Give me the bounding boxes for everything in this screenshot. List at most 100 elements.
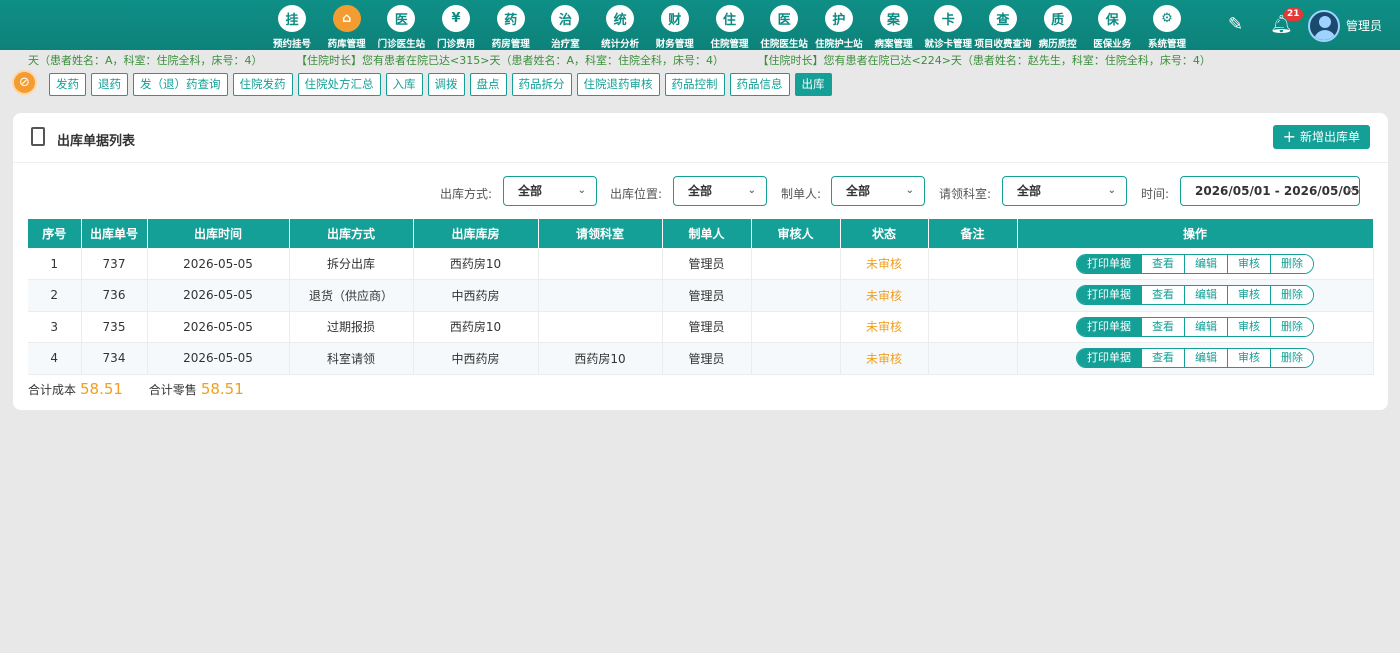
nav-icon: 保 bbox=[1098, 5, 1127, 32]
subtab[interactable]: 住院处方汇总 bbox=[297, 73, 381, 96]
nav-item[interactable]: 卡就诊卡管理 bbox=[922, 2, 974, 50]
cell-dept bbox=[538, 248, 663, 280]
subtab[interactable]: 入库 bbox=[385, 73, 423, 96]
nav-item[interactable]: 护住院护士站 bbox=[813, 2, 865, 50]
cell-time: 2026-05-05 bbox=[147, 311, 290, 343]
table-row: 1 737 2026-05-05 拆分出库 西药房10 管理员 未审核 打印单据 查看 编辑 审核删… bbox=[28, 248, 1374, 280]
nav-item-label: 预约挂号 bbox=[272, 39, 311, 50]
nav-item[interactable]: 住住院管理 bbox=[704, 2, 756, 50]
pill-icon[interactable]: ⊘ bbox=[12, 70, 37, 95]
edit-button[interactable]: 编辑 bbox=[1185, 317, 1228, 336]
dept-label: 请领科室: bbox=[939, 187, 992, 201]
creator-select[interactable]: 全部 ⌄ bbox=[831, 176, 925, 206]
time-label: 时间: bbox=[1141, 187, 1170, 201]
cell-remark bbox=[928, 342, 1018, 375]
avatar-body-shape bbox=[1314, 30, 1336, 40]
nav-item[interactable]: 治治疗室 bbox=[539, 2, 591, 50]
nav-item[interactable]: 财财务管理 bbox=[649, 2, 701, 50]
clear-icon[interactable]: × bbox=[1346, 177, 1354, 205]
subtab[interactable]: 发（退）药查询 bbox=[133, 73, 228, 96]
subtab[interactable]: 药品信息 bbox=[729, 73, 790, 96]
nav-item[interactable]: ⌂ 药库管理 bbox=[321, 2, 373, 50]
date-range-input[interactable]: 2026/05/01 - 2026/05/05 × bbox=[1180, 176, 1360, 206]
cell-dept: 西药房10 bbox=[538, 342, 663, 375]
nav-item[interactable]: 医住院医生站 bbox=[758, 2, 810, 50]
print-button[interactable]: 打印单据 bbox=[1077, 254, 1142, 273]
dept-select[interactable]: 全部 ⌄ bbox=[1002, 176, 1127, 206]
cell-time: 2026-05-05 bbox=[147, 248, 290, 280]
nav-item[interactable]: ⚙ 系统管理 bbox=[1141, 2, 1193, 50]
delete-button[interactable]: 删除 bbox=[1271, 286, 1313, 305]
location-value: 全部 bbox=[688, 184, 713, 198]
delete-button[interactable]: 删除 bbox=[1271, 349, 1313, 368]
subtab[interactable]: 药品控制 bbox=[664, 73, 725, 96]
nav-item-label: 统计分析 bbox=[601, 39, 640, 50]
view-button[interactable]: 查看 bbox=[1142, 349, 1185, 368]
print-button[interactable]: 打印单据 bbox=[1077, 286, 1142, 305]
table-header-row: 序号 出库单号 出库时间 出库方式 出库库房 请领科室 制单人 审核人 状态 备注 操作 bbox=[28, 219, 1374, 248]
add-outbound-label: 新增出库单 bbox=[1299, 130, 1360, 144]
cell-id: 734 bbox=[81, 342, 148, 375]
cell-method: 过期报损 bbox=[289, 311, 414, 343]
outbound-table: 序号 出库单号 出库时间 出库方式 出库库房 请领科室 制单人 审核人 状态 备注 操作 1 737 2… bbox=[28, 219, 1374, 375]
username[interactable]: 管理员 bbox=[1346, 17, 1382, 34]
cell-dept bbox=[538, 311, 663, 343]
nav-item[interactable]: 质病历质控 bbox=[1032, 2, 1084, 50]
subtab[interactable]: 退药 bbox=[91, 73, 128, 96]
delete-button[interactable]: 删除 bbox=[1271, 254, 1313, 273]
delete-button[interactable]: 删除 bbox=[1271, 317, 1313, 336]
nav-item-label: 系统管理 bbox=[1147, 39, 1186, 50]
subtab[interactable]: 药品拆分 bbox=[511, 73, 572, 96]
chevron-down-icon: ⌄ bbox=[905, 185, 914, 196]
edit-pencil-icon[interactable]: ✎ bbox=[1228, 14, 1243, 35]
row-actions: 打印单据 查看 编辑 审核 删除 bbox=[1076, 253, 1314, 274]
audit-button[interactable]: 审核 bbox=[1228, 317, 1271, 336]
cell-ops: 打印单据 查看 编辑 审核 删除 bbox=[1017, 279, 1374, 312]
column-header: 制单人 bbox=[662, 219, 752, 248]
nav-item[interactable]: 保医保业务 bbox=[1086, 2, 1138, 50]
cell-status: 未审核 bbox=[840, 279, 929, 312]
cell-auditor bbox=[751, 342, 841, 375]
location-select[interactable]: 全部 ⌄ bbox=[673, 176, 767, 206]
subtab[interactable]: 发药 bbox=[49, 73, 86, 96]
row-actions: 打印单据 查看 编辑 审核 删除 bbox=[1076, 316, 1314, 337]
nav-item[interactable]: 药药房管理 bbox=[485, 2, 537, 50]
nav-icon: 查 bbox=[988, 5, 1017, 32]
subtab[interactable]: 调拨 bbox=[427, 73, 465, 96]
subtab[interactable]: 盘点 bbox=[469, 73, 507, 96]
subtab[interactable]: 出库 bbox=[794, 73, 832, 96]
cell-id: 736 bbox=[81, 279, 148, 312]
nav-icon: 护 bbox=[824, 5, 853, 32]
nav-item[interactable]: 查项目收费查询 bbox=[974, 2, 1031, 50]
view-button[interactable]: 查看 bbox=[1142, 317, 1185, 336]
column-header: 出库库房 bbox=[413, 219, 539, 248]
audit-button[interactable]: 审核 bbox=[1228, 254, 1271, 273]
nav-item[interactable]: 统统计分析 bbox=[594, 2, 646, 50]
avatar[interactable] bbox=[1308, 10, 1340, 42]
subtab[interactable]: 住院发药 bbox=[232, 73, 293, 96]
column-header: 状态 bbox=[840, 219, 929, 248]
nav-item[interactable]: 案病案管理 bbox=[868, 2, 920, 50]
audit-button[interactable]: 审核 bbox=[1228, 286, 1271, 305]
method-label: 出库方式: bbox=[440, 187, 493, 201]
edit-button[interactable]: 编辑 bbox=[1185, 349, 1228, 368]
date-range-value: 2026/05/01 - 2026/05/05 bbox=[1195, 184, 1360, 198]
add-outbound-button[interactable]: + 新增出库单 bbox=[1272, 125, 1370, 149]
subtab[interactable]: 住院退药审核 bbox=[576, 73, 660, 96]
print-button[interactable]: 打印单据 bbox=[1077, 349, 1142, 368]
cell-status: 未审核 bbox=[840, 248, 929, 280]
nav-icon: 医 bbox=[387, 5, 416, 32]
edit-button[interactable]: 编辑 bbox=[1185, 286, 1228, 305]
edit-button[interactable]: 编辑 bbox=[1185, 254, 1228, 273]
nav-item[interactable]: 医门诊医生站 bbox=[375, 2, 427, 50]
audit-button[interactable]: 审核 bbox=[1228, 349, 1271, 368]
nav-item[interactable]: 挂预约挂号 bbox=[266, 2, 318, 50]
nav-item[interactable]: ¥ 门诊费用 bbox=[430, 2, 482, 50]
print-button[interactable]: 打印单据 bbox=[1077, 317, 1142, 336]
view-button[interactable]: 查看 bbox=[1142, 286, 1185, 305]
method-select[interactable]: 全部 ⌄ bbox=[503, 176, 597, 206]
view-button[interactable]: 查看 bbox=[1142, 254, 1185, 273]
nav-item-label: 住院管理 bbox=[710, 39, 749, 50]
nav-icon: 药 bbox=[496, 5, 525, 32]
notice-item: 天（患者姓名：A，科室：住院全科，床号：4） bbox=[28, 54, 263, 67]
